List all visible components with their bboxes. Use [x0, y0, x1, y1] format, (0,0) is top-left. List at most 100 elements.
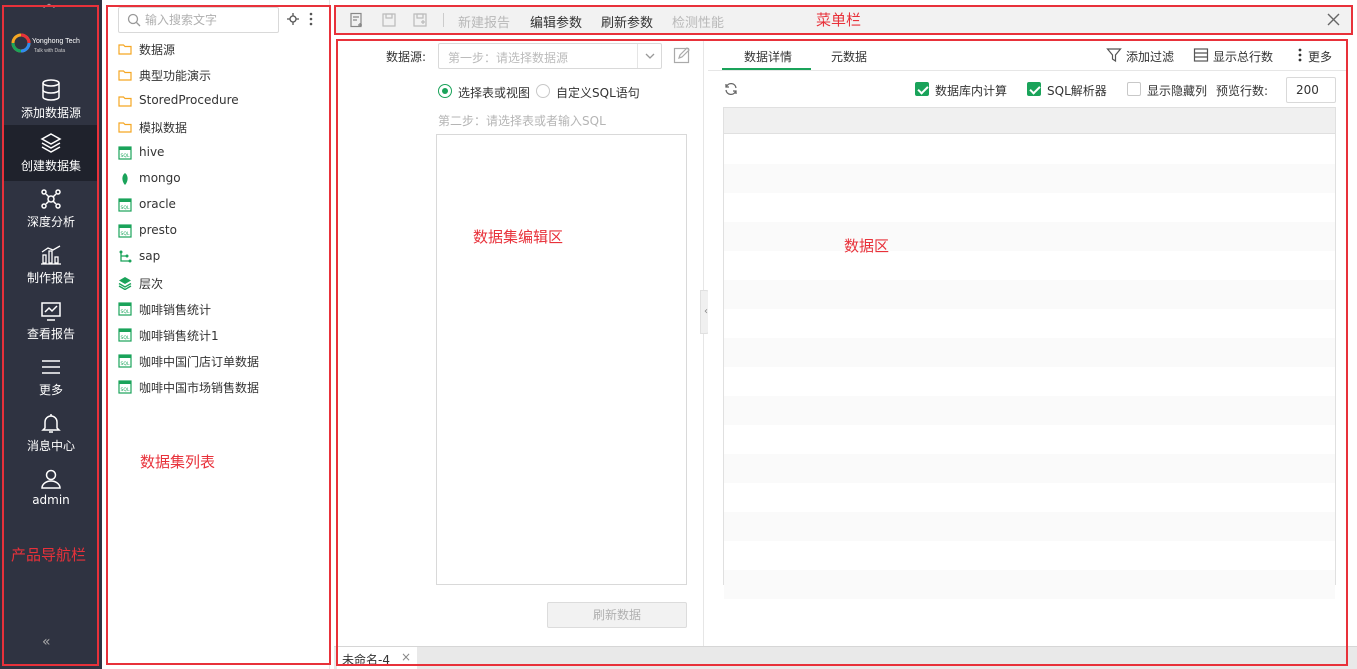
chevron-down-icon[interactable]: [637, 44, 661, 68]
data-area: 数据详情 元数据 添加过滤 显示总行数 更多 数据库内计算 SQL解析器 显示隐…: [708, 40, 1348, 646]
logo-brand: Yonghong Tech: [32, 38, 80, 45]
list-item-label: 数据源: [139, 43, 176, 57]
list-item[interactable]: SQL 咖啡中国市场销售数据: [118, 376, 318, 398]
list-item-label: 咖啡销售统计1: [139, 329, 219, 343]
table-row: [724, 193, 1335, 222]
table-row: [724, 164, 1335, 193]
collapse-left-icon[interactable]: «: [42, 634, 51, 650]
logo: Yonghong Tech Talk with Data: [8, 28, 94, 64]
tab-metadata[interactable]: 元数据: [831, 48, 867, 65]
list-item[interactable]: SQL 咖啡销售统计: [118, 298, 318, 320]
datasource-select[interactable]: 第一步：请选择数据源: [438, 43, 662, 69]
network-icon: [41, 189, 61, 209]
show-total-rows-button[interactable]: 显示总行数: [1193, 48, 1275, 64]
annotation-data-area: 数据区: [844, 237, 890, 255]
logo-ring-icon: [11, 33, 31, 53]
nav-create-dataset[interactable]: 创建数据集: [4, 125, 98, 181]
save-icon[interactable]: [381, 12, 397, 28]
list-item-label: 咖啡中国市场销售数据: [139, 381, 260, 395]
table-row: [724, 251, 1335, 280]
checkbox-show-hidden[interactable]: 显示隐藏列: [1127, 82, 1212, 98]
search-icon: [127, 13, 141, 27]
list-item[interactable]: SQL 咖啡中国门店订单数据: [118, 350, 318, 372]
nav-add-datasource[interactable]: 添加数据源: [4, 72, 98, 128]
list-item[interactable]: sap: [118, 246, 318, 268]
table-row: [724, 309, 1335, 338]
svg-text:SQL: SQL: [121, 335, 130, 341]
new-dataset-icon[interactable]: [349, 12, 365, 28]
table-row: [724, 425, 1335, 454]
list-item[interactable]: SQL hive: [118, 142, 318, 164]
preview-rows-input[interactable]: 200: [1286, 77, 1336, 103]
data-grid[interactable]: [723, 107, 1336, 599]
nav-user-admin[interactable]: admin: [4, 461, 98, 517]
nav-message-center[interactable]: 消息中心: [4, 405, 98, 461]
step2-hint: 第二步：请选择表或者输入SQL: [438, 114, 606, 128]
edit-icon[interactable]: [673, 46, 691, 64]
nav-label: 消息中心: [26, 439, 75, 453]
list-item-label: presto: [139, 223, 177, 237]
active-tab-indicator: [722, 68, 811, 70]
refresh-icon[interactable]: [724, 82, 738, 96]
pane-splitter[interactable]: [703, 40, 704, 646]
datasource-label: 数据源:: [386, 50, 427, 64]
nav-label: admin: [32, 493, 70, 507]
nav-label: 创建数据集: [20, 159, 81, 173]
product-nav-bar: ︿ Yonghong Tech Talk with Data 添加数据源 创建数…: [0, 0, 102, 669]
nav-label: 深度分析: [26, 215, 75, 229]
nav-more[interactable]: 更多: [4, 349, 98, 405]
list-item[interactable]: 模拟数据: [118, 116, 318, 138]
refresh-data-button[interactable]: 刷新数据: [547, 602, 687, 628]
table-row: [724, 541, 1335, 570]
toolbar-divider: [443, 13, 444, 27]
save-as-icon[interactable]: [412, 12, 428, 28]
list-item[interactable]: 数据源: [118, 38, 318, 60]
list-item-label: mongo: [139, 171, 181, 185]
close-icon[interactable]: [1327, 13, 1340, 26]
radio-label: 选择表或视图: [458, 86, 531, 100]
nav-label: 更多: [38, 383, 63, 397]
more-vertical-icon[interactable]: [308, 12, 314, 26]
list-item[interactable]: SQL presto: [118, 220, 318, 242]
table-row: [724, 570, 1335, 599]
tab-data-detail[interactable]: 数据详情: [744, 48, 792, 65]
locate-icon[interactable]: [286, 12, 300, 26]
list-item-label: StoredProcedure: [139, 93, 239, 107]
document-tab[interactable]: 未命名-4 ×: [337, 647, 417, 669]
table-row: [724, 512, 1335, 541]
list-item[interactable]: 层次: [118, 272, 318, 294]
checkbox-db-compute[interactable]: 数据库内计算: [915, 82, 1015, 98]
list-item[interactable]: mongo: [118, 168, 318, 190]
new-report-button[interactable]: 新建报告: [458, 12, 510, 31]
more-vertical-icon: [1298, 48, 1302, 62]
list-item[interactable]: StoredProcedure: [118, 90, 318, 112]
table-row: [724, 396, 1335, 425]
table-row: [724, 135, 1335, 164]
more-button[interactable]: 更多: [1296, 48, 1336, 64]
annotation-dataset-list: 数据集列表: [140, 453, 216, 471]
nav-make-report[interactable]: 制作报告: [4, 237, 98, 293]
table-row: [724, 338, 1335, 367]
edit-params-button[interactable]: 编辑参数: [530, 12, 582, 31]
table-or-sql-area[interactable]: [436, 134, 687, 585]
rows-icon: [1193, 48, 1209, 62]
checkbox-sql-parser[interactable]: SQL解析器: [1027, 82, 1112, 98]
list-item[interactable]: 典型功能演示: [118, 64, 318, 86]
close-tab-icon[interactable]: ×: [401, 650, 411, 664]
search-input[interactable]: [145, 12, 273, 28]
dataset-editor-area: 数据源: 第一步：请选择数据源 选择表或视图 自定义SQL语句 第二步：请选择表…: [338, 40, 703, 646]
nav-label: 添加数据源: [20, 106, 81, 120]
logo-tagline: Talk with Data: [34, 48, 66, 54]
collapse-up-icon[interactable]: ︿: [42, 0, 56, 10]
add-filter-button[interactable]: 添加过滤: [1106, 48, 1176, 64]
refresh-params-button[interactable]: 刷新参数: [601, 12, 653, 31]
list-item[interactable]: SQL 咖啡销售统计1: [118, 324, 318, 346]
check-performance-button[interactable]: 检测性能: [672, 12, 724, 31]
user-icon: [41, 469, 61, 489]
list-item[interactable]: SQL oracle: [118, 194, 318, 216]
filter-icon: [1106, 48, 1122, 63]
nav-view-report[interactable]: 查看报告: [4, 293, 98, 349]
nav-deep-analysis[interactable]: 深度分析: [4, 181, 98, 237]
menu-icon: [42, 360, 60, 374]
table-row: [724, 280, 1335, 309]
